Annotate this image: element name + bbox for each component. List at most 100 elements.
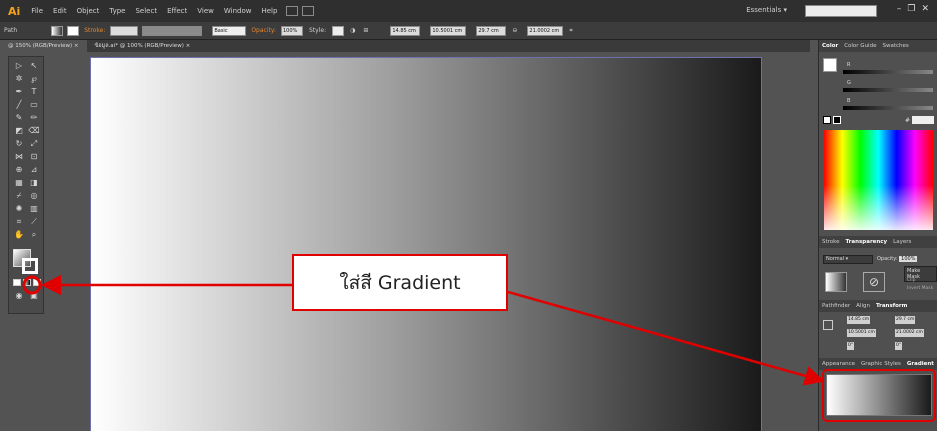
stroke-swatch[interactable]: [67, 25, 80, 36]
opacity-field[interactable]: 100%: [281, 25, 303, 36]
eyedropper-tool-icon[interactable]: ⌿: [13, 191, 25, 201]
perspective-grid-tool-icon[interactable]: ⊿: [28, 165, 40, 175]
opacity-label[interactable]: Opacity:: [248, 27, 279, 34]
artboard-tool-icon[interactable]: ⌗: [13, 217, 25, 227]
shear-angle-field[interactable]: 0°: [895, 342, 903, 350]
color-spectrum[interactable]: [824, 130, 933, 230]
tab-color[interactable]: Color: [819, 43, 841, 49]
stroke-weight-field[interactable]: [110, 25, 139, 36]
variable-width-field[interactable]: [142, 25, 203, 36]
white-swatch[interactable]: [823, 116, 831, 124]
lasso-tool-icon[interactable]: ℘: [28, 74, 40, 84]
bridge-button[interactable]: [286, 6, 299, 16]
black-swatch[interactable]: [833, 116, 841, 124]
free-transform-tool-icon[interactable]: ⊡: [28, 152, 40, 162]
align-icon[interactable]: ⊞: [359, 27, 372, 34]
pencil-tool-icon[interactable]: ✏: [28, 113, 40, 123]
menu-object[interactable]: Object: [72, 7, 105, 15]
canvas-area[interactable]: [44, 52, 810, 431]
zoom-tool-icon[interactable]: ⌕: [28, 230, 40, 240]
shape-builder-tool-icon[interactable]: ⊕: [13, 165, 25, 175]
color-mode-icon[interactable]: [13, 279, 21, 286]
selection-tool-icon[interactable]: ▷: [13, 61, 25, 71]
paintbrush-tool-icon[interactable]: ✎: [13, 113, 25, 123]
hand-tool-icon[interactable]: ✋: [13, 230, 25, 240]
transform-y-field[interactable]: 10.5001 cm: [847, 329, 876, 337]
height-field[interactable]: 21.0002 cm: [527, 25, 564, 36]
line-tool-icon[interactable]: ╱: [13, 100, 25, 110]
tab-transparency[interactable]: Transparency: [843, 239, 891, 245]
none-mode-icon[interactable]: [33, 279, 41, 286]
menu-effect[interactable]: Effect: [162, 7, 192, 15]
red-slider[interactable]: [843, 70, 933, 74]
workspace-switcher[interactable]: Essentials ▾: [746, 6, 787, 14]
hex-field[interactable]: [912, 116, 934, 124]
symbol-sprayer-tool-icon[interactable]: ✺: [13, 204, 25, 214]
rectangle-tool-icon[interactable]: ▭: [28, 100, 40, 110]
scale-tool-icon[interactable]: ⤢: [28, 139, 40, 149]
eraser-tool-icon[interactable]: ⌫: [28, 126, 40, 136]
menu-type[interactable]: Type: [104, 7, 130, 15]
magic-wand-tool-icon[interactable]: ✲: [13, 74, 25, 84]
tab-stroke[interactable]: Stroke: [819, 239, 843, 245]
fill-swatch[interactable]: [51, 25, 64, 36]
fill-stroke-control[interactable]: [13, 249, 39, 275]
blend-mode-select[interactable]: Normal ▾: [823, 255, 873, 264]
transform-x-field[interactable]: 14.85 cm: [847, 316, 871, 324]
blob-brush-tool-icon[interactable]: ◩: [13, 126, 25, 136]
link-icon[interactable]: ⊖: [508, 27, 521, 34]
brush-definition-field[interactable]: Basic: [212, 25, 247, 36]
menu-select[interactable]: Select: [130, 7, 162, 15]
menu-help[interactable]: Help: [256, 7, 282, 15]
transform-icon[interactable]: ⌗: [565, 27, 576, 35]
y-field[interactable]: 10.5001 cm: [430, 25, 467, 36]
tab-layers[interactable]: Layers: [890, 239, 914, 245]
width-tool-icon[interactable]: ⋈: [13, 152, 25, 162]
menu-file[interactable]: File: [26, 7, 48, 15]
blue-slider[interactable]: [843, 106, 933, 110]
rotate-tool-icon[interactable]: ↻: [13, 139, 25, 149]
transparency-opacity-field[interactable]: 100%: [899, 256, 918, 262]
width-field[interactable]: 29.7 cm: [476, 25, 507, 36]
green-slider[interactable]: [843, 88, 933, 92]
recolor-icon[interactable]: ◑: [346, 27, 359, 34]
type-tool-icon[interactable]: T: [28, 87, 40, 97]
gradient-tool-icon[interactable]: ◨: [28, 178, 40, 188]
restore-icon[interactable]: ❐: [907, 4, 915, 14]
blend-tool-icon[interactable]: ◎: [28, 191, 40, 201]
tab-appearance[interactable]: Appearance: [819, 361, 858, 367]
fill-color-swatch[interactable]: [823, 58, 837, 72]
x-field[interactable]: 14.85 cm: [390, 25, 421, 36]
tab-swatches[interactable]: Swatches: [879, 43, 911, 49]
close-icon[interactable]: ✕: [921, 4, 929, 14]
transform-h-field[interactable]: 21.0002 cm: [895, 329, 924, 337]
tab-graphic-styles[interactable]: Graphic Styles: [858, 361, 904, 367]
minimize-icon[interactable]: –: [897, 4, 902, 14]
search-input[interactable]: [805, 5, 877, 17]
tab-align[interactable]: Align: [853, 303, 873, 309]
tab-pathfinder[interactable]: Pathfinder: [819, 303, 853, 309]
screen-mode-icon[interactable]: ▣: [28, 291, 40, 301]
pen-tool-icon[interactable]: ✒: [13, 87, 25, 97]
menu-edit[interactable]: Edit: [48, 7, 72, 15]
doc-tab-2[interactable]: ข้อมูล.ai* @ 100% (RGB/Preview) ×: [87, 40, 199, 52]
graphic-style-swatch[interactable]: [332, 25, 345, 36]
arrange-documents-button[interactable]: [302, 6, 315, 16]
doc-tab-1[interactable]: @ 150% (RGB/Preview) ×: [0, 40, 87, 52]
invert-mask-checkbox[interactable]: Invert Mask: [907, 286, 933, 291]
clip-checkbox[interactable]: Clip: [907, 278, 916, 283]
menu-window[interactable]: Window: [219, 7, 257, 15]
menu-view[interactable]: View: [192, 7, 219, 15]
direct-selection-tool-icon[interactable]: ↖: [28, 61, 40, 71]
mesh-tool-icon[interactable]: ▦: [13, 178, 25, 188]
column-graph-tool-icon[interactable]: ▥: [28, 204, 40, 214]
rotate-angle-field[interactable]: 0°: [847, 342, 855, 350]
transform-w-field[interactable]: 29.7 cm: [895, 316, 916, 324]
stroke-label[interactable]: Stroke:: [81, 27, 108, 34]
reference-point-icon[interactable]: [823, 320, 833, 330]
stroke-box-icon[interactable]: [22, 258, 38, 274]
slice-tool-icon[interactable]: ⟋: [28, 217, 40, 227]
artboard-gradient-rectangle[interactable]: [90, 57, 762, 431]
tab-color-guide[interactable]: Color Guide: [841, 43, 879, 49]
tab-gradient[interactable]: Gradient: [904, 361, 937, 367]
